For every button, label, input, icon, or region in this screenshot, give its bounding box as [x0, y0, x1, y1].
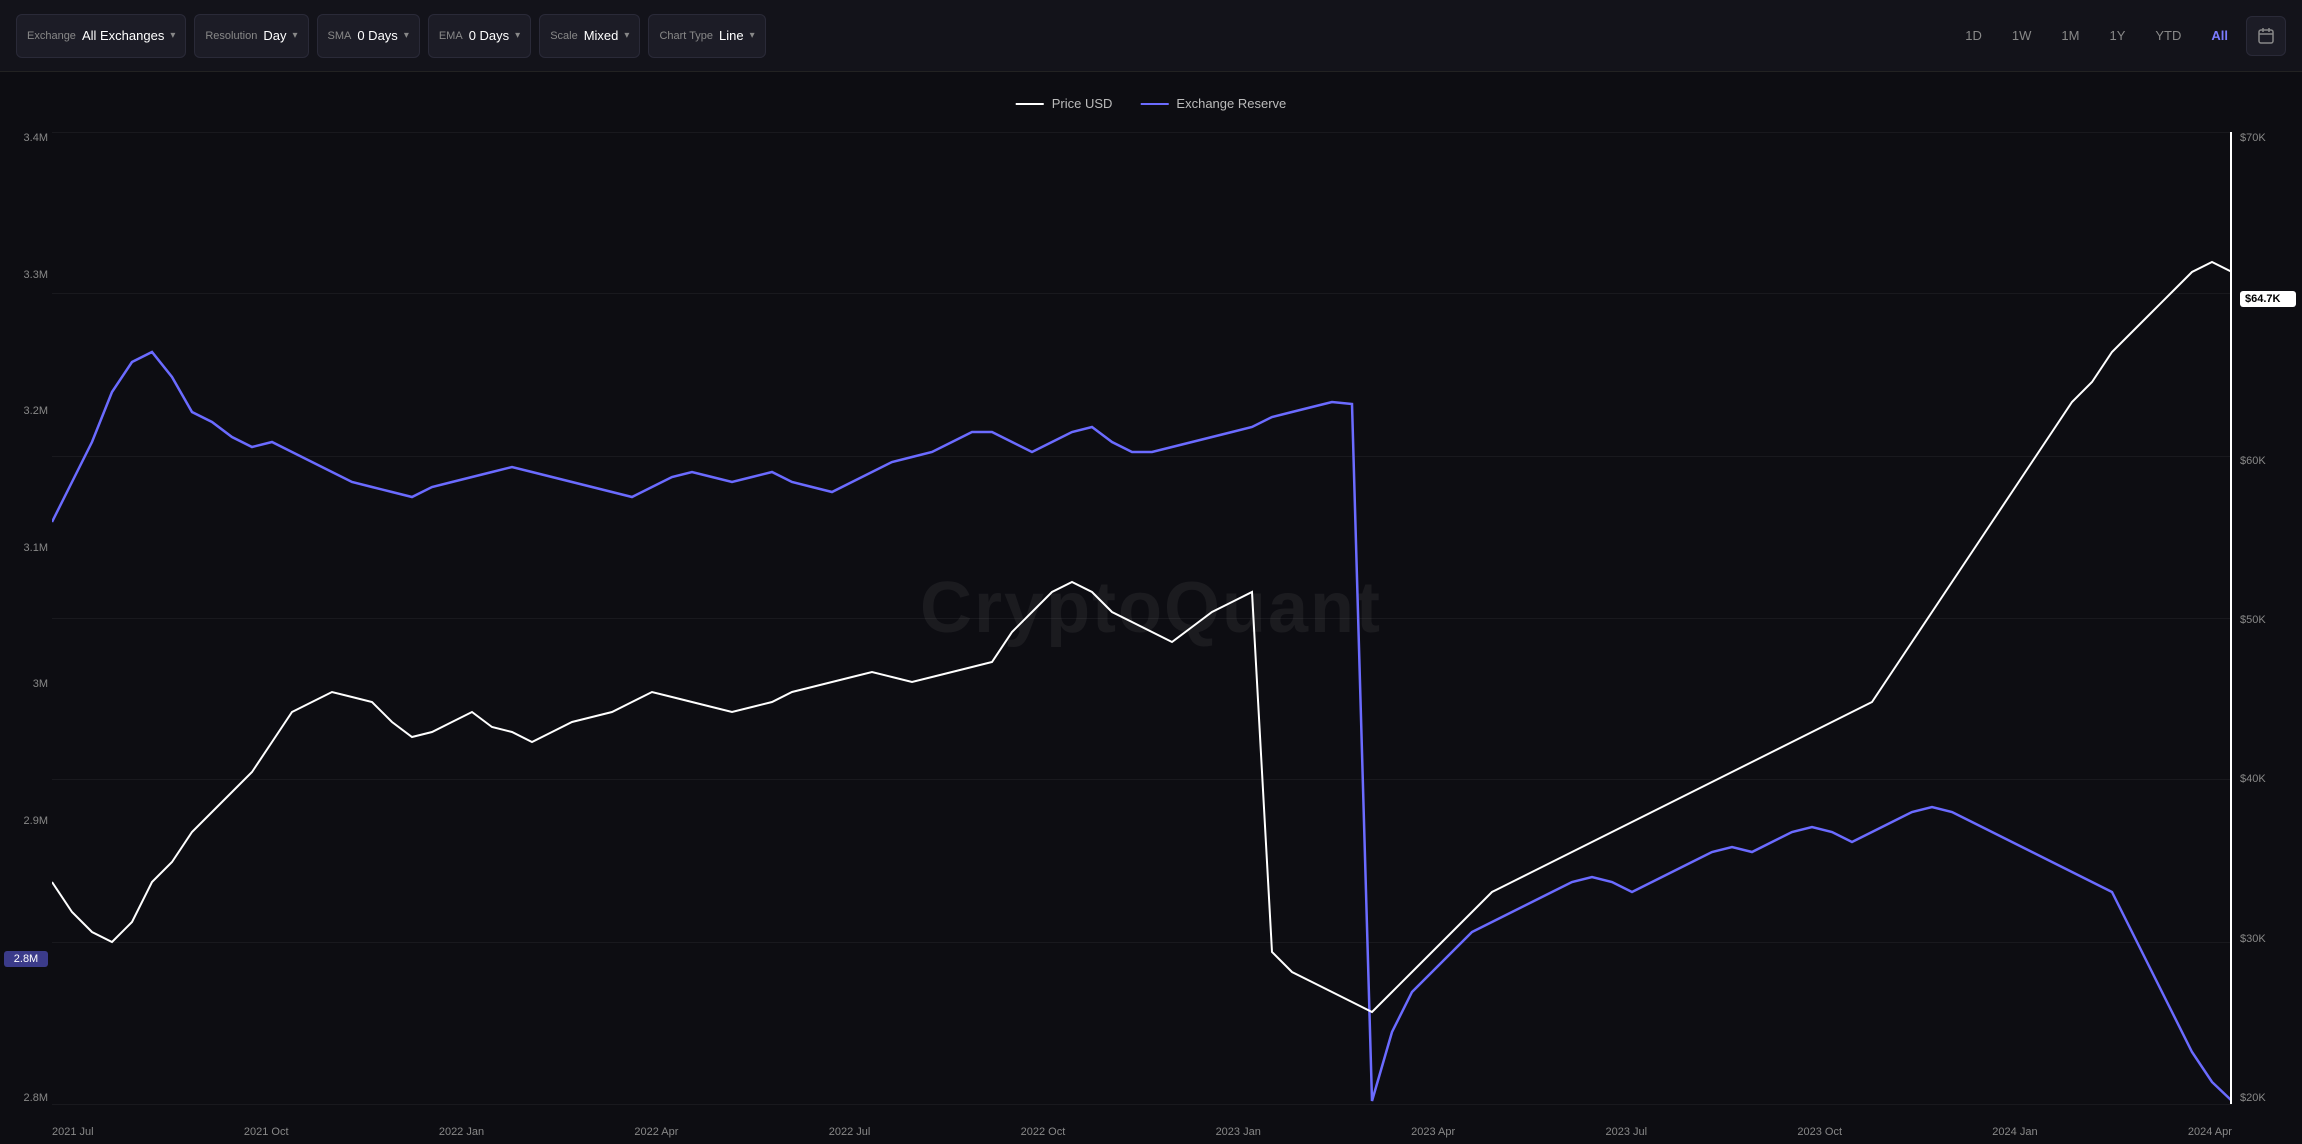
ema-arrow-icon: ▾ [515, 30, 520, 41]
x-label-7: 2023 Jan [1216, 1126, 1261, 1138]
x-label-2: 2021 Oct [244, 1126, 289, 1138]
legend-reserve: Exchange Reserve [1140, 96, 1286, 111]
ema-label: EMA [439, 30, 463, 42]
x-label-12: 2024 Apr [2188, 1126, 2232, 1138]
x-label-4: 2022 Apr [634, 1126, 678, 1138]
grid-line-7 [52, 1104, 2232, 1105]
scale-dropdown[interactable]: Scale Mixed ▾ [539, 14, 640, 58]
y-left-label-1: 3.4M [4, 132, 48, 144]
x-label-6: 2022 Oct [1021, 1126, 1066, 1138]
legend-price-line [1016, 103, 1044, 105]
x-axis: 2021 Jul 2021 Oct 2022 Jan 2022 Apr 2022… [52, 1126, 2232, 1138]
y-right-label-3: $50K [2240, 614, 2296, 626]
x-label-9: 2023 Jul [1605, 1126, 1647, 1138]
scale-value: Mixed [584, 28, 619, 43]
y-right-label-5: $30K [2240, 933, 2296, 945]
y-right-label-4: $40K [2240, 773, 2296, 785]
exchange-value: All Exchanges [82, 28, 164, 43]
y-left-label-2: 3.3M [4, 269, 48, 281]
resolution-arrow-icon: ▾ [292, 30, 297, 41]
y-left-label-7: 2.8M [4, 1092, 48, 1104]
exchange-dropdown[interactable]: Exchange All Exchanges ▾ [16, 14, 186, 58]
resolution-dropdown[interactable]: Resolution Day ▾ [194, 14, 308, 58]
ema-dropdown[interactable]: EMA 0 Days ▾ [428, 14, 531, 58]
y-left-label-5: 3M [4, 678, 48, 690]
chart-type-label: Chart Type [659, 30, 713, 42]
y-left-highlight: 2.8M [4, 951, 48, 967]
legend-reserve-label: Exchange Reserve [1176, 96, 1286, 111]
sma-arrow-icon: ▾ [404, 30, 409, 41]
chart-type-value: Line [719, 28, 744, 43]
topbar-left: Exchange All Exchanges ▾ Resolution Day … [16, 14, 766, 58]
scale-label: Scale [550, 30, 578, 42]
y-right-label-2: $60K [2240, 455, 2296, 467]
resolution-value: Day [263, 28, 286, 43]
legend-price-label: Price USD [1052, 96, 1113, 111]
legend-reserve-line [1140, 103, 1168, 105]
chart-type-arrow-icon: ▾ [750, 30, 755, 41]
calendar-button[interactable] [2246, 16, 2286, 56]
chart-type-dropdown[interactable]: Chart Type Line ▾ [648, 14, 765, 58]
chart-svg-container [52, 132, 2232, 1104]
x-label-10: 2023 Oct [1797, 1126, 1842, 1138]
chart-container: Price USD Exchange Reserve CryptoQuant [0, 72, 2302, 1144]
x-label-3: 2022 Jan [439, 1126, 484, 1138]
y-right-highlight: $64.7K [2240, 291, 2296, 307]
topbar-right: 1D 1W 1M 1Y YTD All [1953, 16, 2286, 56]
time-btn-all[interactable]: All [2199, 18, 2240, 54]
resolution-label: Resolution [205, 30, 257, 42]
time-btn-1m[interactable]: 1M [2049, 18, 2091, 54]
ema-value: 0 Days [469, 28, 509, 43]
exchange-reserve-line [52, 352, 2232, 1101]
x-label-1: 2021 Jul [52, 1126, 94, 1138]
price-usd-line [52, 262, 2232, 1012]
legend-price: Price USD [1016, 96, 1113, 111]
sma-value: 0 Days [357, 28, 397, 43]
scale-arrow-icon: ▾ [624, 30, 629, 41]
sma-dropdown[interactable]: SMA 0 Days ▾ [317, 14, 420, 58]
y-left-label-4: 3.1M [4, 542, 48, 554]
exchange-label: Exchange [27, 30, 76, 42]
y-right-label-6: $20K [2240, 1092, 2296, 1104]
x-label-11: 2024 Jan [1992, 1126, 2037, 1138]
y-left-label-6: 2.9M [4, 815, 48, 827]
y-right-label-1: $70K [2240, 132, 2296, 144]
time-btn-1y[interactable]: 1Y [2097, 18, 2137, 54]
chart-legend: Price USD Exchange Reserve [1016, 96, 1287, 111]
right-vline [2230, 132, 2232, 1104]
chart-svg [52, 132, 2232, 1104]
exchange-arrow-icon: ▾ [170, 30, 175, 41]
sma-label: SMA [328, 30, 352, 42]
y-left-label-3: 3.2M [4, 405, 48, 417]
time-btn-ytd[interactable]: YTD [2143, 18, 2193, 54]
topbar: Exchange All Exchanges ▾ Resolution Day … [0, 0, 2302, 72]
time-btn-1w[interactable]: 1W [2000, 18, 2044, 54]
y-axis-left: 3.4M 3.3M 3.2M 3.1M 3M 2.9M 2.8M 2.8M [0, 132, 52, 1104]
x-label-5: 2022 Jul [829, 1126, 871, 1138]
x-label-8: 2023 Apr [1411, 1126, 1455, 1138]
y-axis-right: $70K $64.7K $60K $50K $40K $30K $20K [2234, 132, 2302, 1104]
time-btn-1d[interactable]: 1D [1953, 18, 1994, 54]
